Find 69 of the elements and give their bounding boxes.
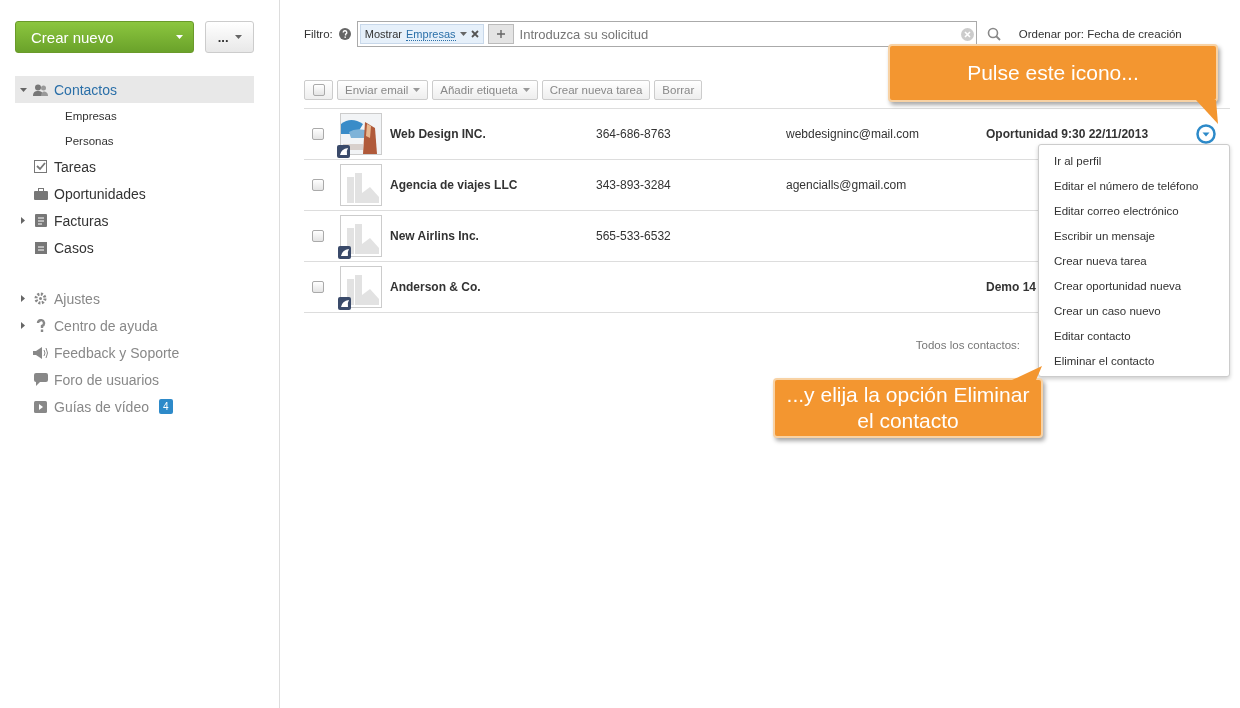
checkbox-icon xyxy=(34,160,47,173)
close-icon[interactable] xyxy=(470,30,479,38)
caret-icon xyxy=(522,88,530,92)
phone-cell: 343-893-3284 xyxy=(596,178,671,192)
nav-subitem[interactable]: Personas xyxy=(15,128,254,153)
gear-icon xyxy=(34,292,47,305)
callout-pointer xyxy=(1196,100,1220,126)
nav-item[interactable]: Guías de vídeo 4 xyxy=(15,393,254,420)
megaphone-icon xyxy=(33,346,48,359)
row-checkbox[interactable] xyxy=(312,179,324,191)
menu-item[interactable]: Editar el número de teléfono xyxy=(1039,173,1229,198)
menu-item[interactable]: Ir al perfil xyxy=(1039,148,1229,173)
filter-label: Filtro: xyxy=(304,28,333,40)
menu-item[interactable]: Crear oportunidad nueva xyxy=(1039,273,1229,298)
menu-item[interactable]: Escribir un mensaje xyxy=(1039,223,1229,248)
filter-tag[interactable]: Mostrar Empresas xyxy=(359,24,484,44)
callout-pointer xyxy=(1012,366,1042,380)
document-icon xyxy=(34,214,47,227)
menu-item[interactable]: Editar correo electrónico xyxy=(1039,198,1229,223)
nav-item[interactable]: Foro de usuarios xyxy=(15,366,254,393)
nav-item[interactable]: Facturas xyxy=(15,207,254,234)
company-name[interactable]: Web Design INC. xyxy=(390,127,486,141)
company-name[interactable]: New Airlins Inc. xyxy=(390,229,479,243)
total-contacts: Todos los contactos: xyxy=(915,339,1020,351)
event-cell: Demo 14 xyxy=(986,280,1037,294)
calendar-icon xyxy=(34,241,47,254)
add-filter-button[interactable] xyxy=(487,24,514,44)
event-cell: Oportunidad 9:30 22/11/2013 xyxy=(986,127,1149,141)
company-name[interactable]: Anderson & Co. xyxy=(390,280,481,294)
phone-cell: 364-686-8763 xyxy=(596,127,671,141)
menu-item[interactable]: Crear un caso nuevo xyxy=(1039,298,1229,323)
menu-item[interactable]: Eliminar el contacto xyxy=(1039,348,1229,373)
row-checkbox[interactable] xyxy=(312,281,324,293)
nav-item[interactable]: Oportunidades xyxy=(15,180,254,207)
clear-icon[interactable] xyxy=(960,27,974,41)
nav-item[interactable]: Feedback y Soporte xyxy=(15,339,254,366)
help-icon[interactable] xyxy=(338,28,351,40)
callout: Pulse este icono... xyxy=(888,44,1218,102)
search-icon[interactable] xyxy=(986,27,1001,41)
plus-icon xyxy=(496,30,505,38)
play-icon xyxy=(34,400,47,413)
caret-icon xyxy=(459,32,467,36)
select-all-checkbox[interactable] xyxy=(304,80,333,100)
caret-icon xyxy=(413,88,421,92)
briefcase-icon xyxy=(33,187,48,200)
question-icon xyxy=(35,319,46,332)
nav-item[interactable]: Centro de ayuda xyxy=(15,312,254,339)
menu-item[interactable]: Crear nueva tarea xyxy=(1039,248,1229,273)
nav-item[interactable]: Contactos xyxy=(15,76,254,103)
row-checkbox[interactable] xyxy=(312,230,324,242)
nav-item[interactable]: Ajustes xyxy=(15,285,254,312)
caret-icon xyxy=(176,35,184,39)
nav-subitem[interactable]: Empresas xyxy=(15,103,254,128)
dropdown-circle-icon[interactable] xyxy=(1196,124,1216,144)
email-cell: agencialls@gmail.com xyxy=(786,178,907,192)
people-icon xyxy=(33,83,48,96)
nav-item[interactable]: Tareas xyxy=(15,153,254,180)
row-checkbox[interactable] xyxy=(312,128,324,140)
more-button[interactable]: ... xyxy=(205,21,254,53)
speech-bubble-icon xyxy=(33,373,48,386)
sort-label[interactable]: Ordenar por: Fecha de creación xyxy=(1018,28,1182,40)
nav-item[interactable]: Casos xyxy=(15,234,254,261)
email-cell: webdesigninc@mail.com xyxy=(786,127,919,141)
menu-item[interactable]: Editar contacto xyxy=(1039,323,1229,348)
count-badge: 4 xyxy=(158,399,173,414)
phone-cell: 565-533-6532 xyxy=(596,229,671,243)
caret-icon xyxy=(234,35,242,39)
filter-field[interactable]: Mostrar Empresas Introduzca su solicitud xyxy=(356,21,977,47)
company-name[interactable]: Agencia de viajes LLC xyxy=(390,178,518,192)
